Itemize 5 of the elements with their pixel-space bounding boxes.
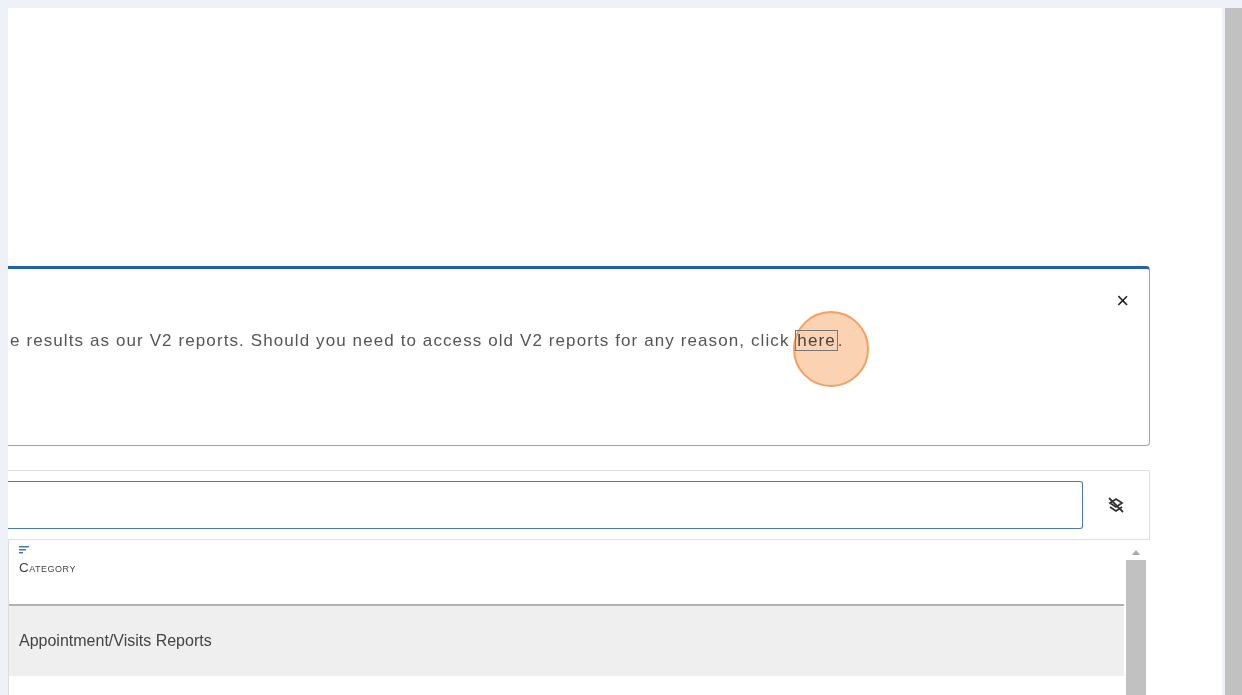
close-button[interactable]: × — [1116, 291, 1129, 311]
table-row[interactable]: Appointment/Visits Reports — [9, 606, 1124, 676]
here-link[interactable]: here — [795, 330, 838, 351]
column-header[interactable]: Category — [19, 560, 76, 575]
alert-message: e results as our V2 reports. Should you need to access old V2 reports for any reason, click here. — [10, 331, 844, 351]
